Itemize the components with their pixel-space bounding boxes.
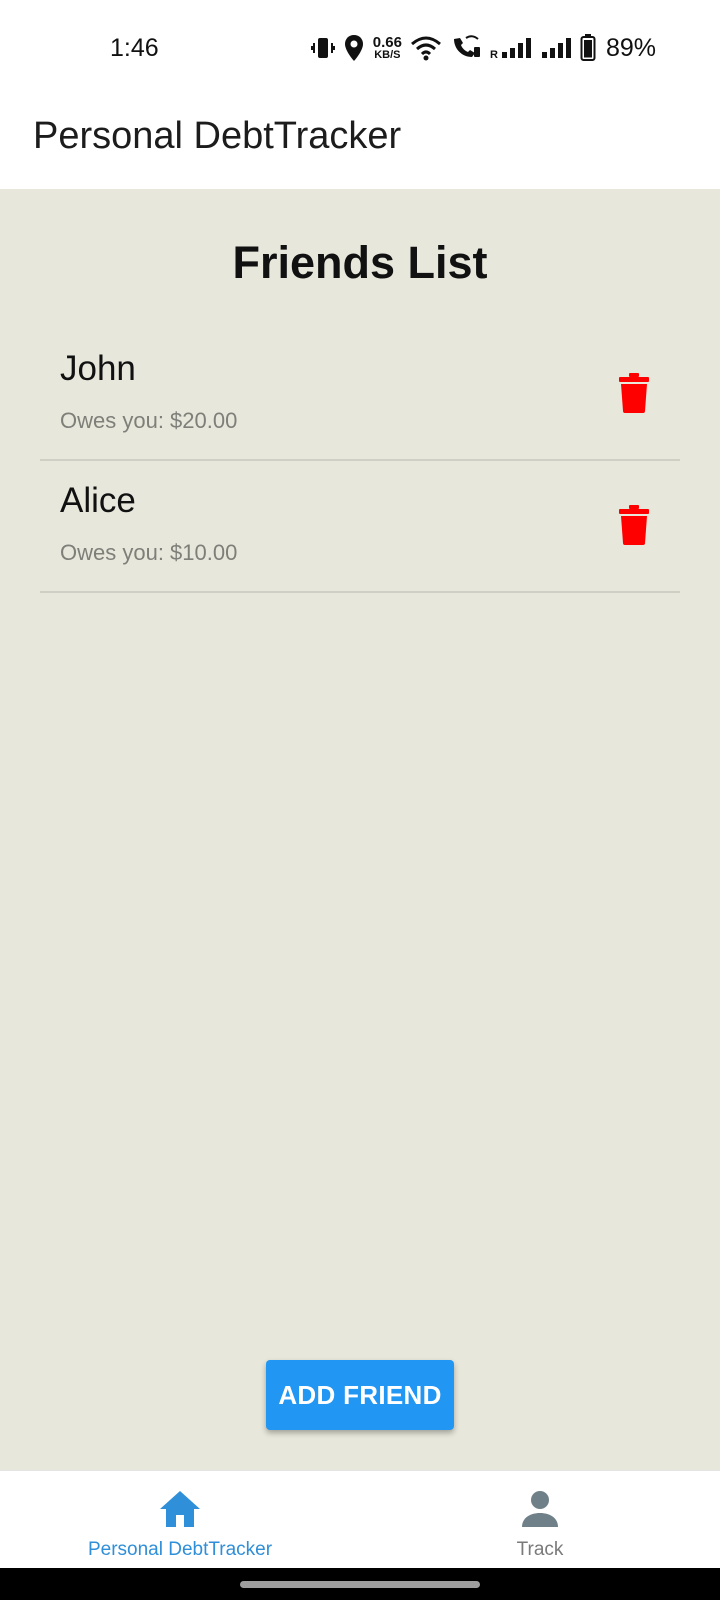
friend-name: Alice xyxy=(60,481,136,520)
friend-list: John Owes you: $20.00 Alice Owes you: $1… xyxy=(40,329,680,593)
trash-icon xyxy=(619,505,649,545)
app-bar: Personal DebtTracker xyxy=(0,95,720,190)
delete-friend-button[interactable] xyxy=(608,499,660,551)
bottom-navigation: Personal DebtTracker Track xyxy=(0,1470,720,1569)
main-content: Friends List John Owes you: $20.00 Alice… xyxy=(0,189,720,1470)
add-friend-button[interactable]: ADD FRIEND xyxy=(266,1360,454,1430)
vibrate-icon xyxy=(310,35,335,61)
location-icon xyxy=(343,34,365,62)
status-time: 1:46 xyxy=(110,34,159,62)
app-title: Personal DebtTracker xyxy=(33,115,402,157)
friend-name: John xyxy=(60,349,136,388)
wifi-calling-icon xyxy=(450,35,482,61)
nav-item-home[interactable]: Personal DebtTracker xyxy=(0,1471,360,1569)
status-bar: 1:46 0.66 KB/S R 89% xyxy=(0,0,720,95)
home-gesture-handle[interactable] xyxy=(240,1581,480,1588)
page-title: Friends List xyxy=(232,237,488,288)
gesture-navigation-bar xyxy=(0,1568,720,1600)
person-icon xyxy=(522,1491,558,1527)
battery-icon xyxy=(580,34,596,62)
friend-row-alice[interactable]: Alice Owes you: $10.00 xyxy=(40,461,680,593)
trash-icon xyxy=(619,373,649,413)
network-speed-value: 0.66 xyxy=(372,34,402,51)
svg-text:R: R xyxy=(490,49,498,60)
friend-owes-amount: Owes you: $10.00 xyxy=(60,540,238,565)
signal-icon xyxy=(541,36,572,60)
friend-row-john[interactable]: John Owes you: $20.00 xyxy=(40,329,680,461)
battery-percent: 89% xyxy=(605,33,656,62)
nav-item-track[interactable]: Track xyxy=(360,1471,720,1569)
status-icons: 0.66 KB/S R 89% xyxy=(310,30,656,66)
nav-item-label: Personal DebtTracker xyxy=(87,1539,273,1560)
home-icon xyxy=(160,1491,200,1527)
wifi-icon xyxy=(410,35,442,61)
nav-item-label: Track xyxy=(516,1539,564,1560)
network-speed: 0.66 KB/S xyxy=(373,35,402,61)
signal-roaming-icon: R xyxy=(490,36,534,60)
friend-owes-amount: Owes you: $20.00 xyxy=(60,408,238,433)
network-speed-unit: KB/S xyxy=(374,49,401,61)
delete-friend-button[interactable] xyxy=(608,367,660,419)
